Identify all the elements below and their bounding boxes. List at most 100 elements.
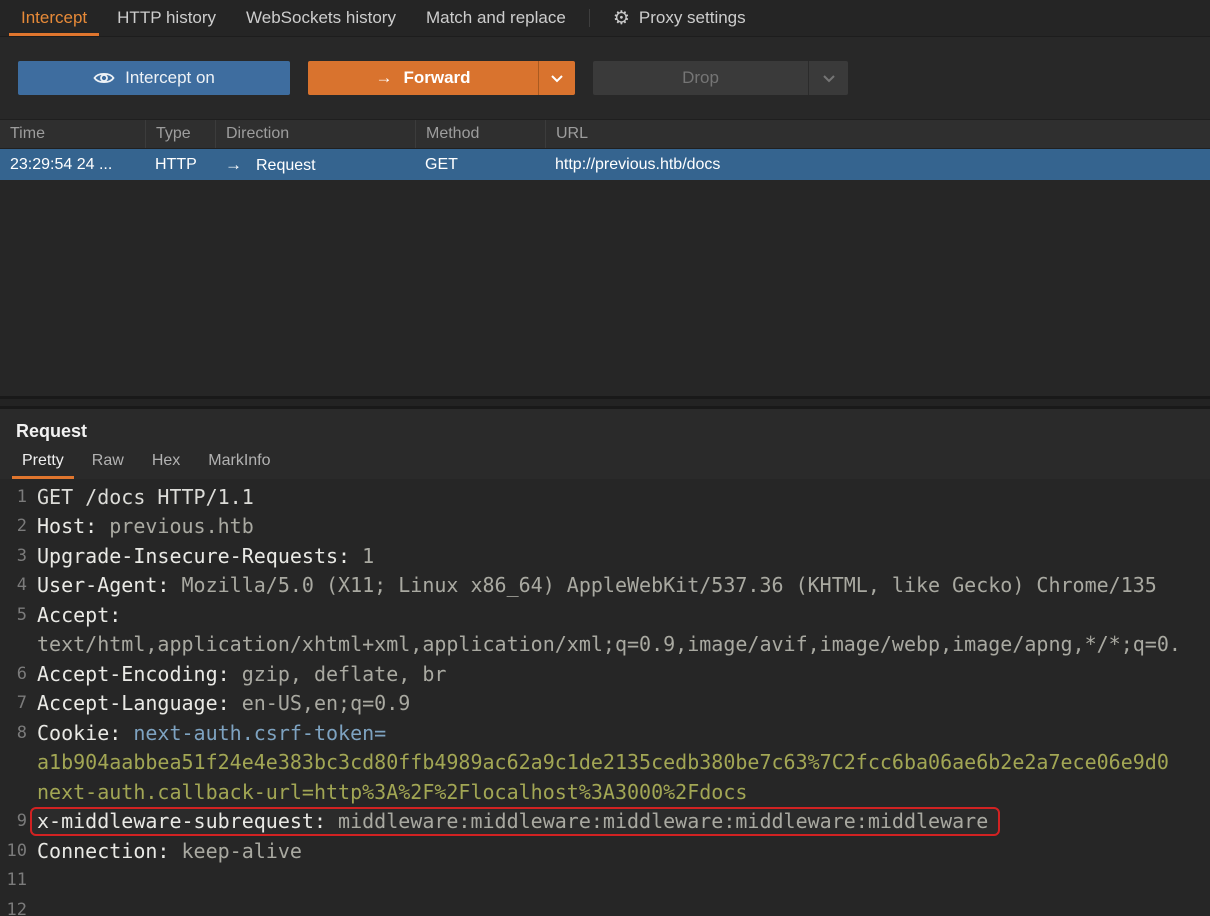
chevron-down-icon — [550, 74, 564, 83]
code-text: Host: previous.htb — [37, 514, 254, 538]
code-segment: 1 — [350, 543, 375, 568]
forward-split-button: → Forward — [308, 61, 575, 95]
cell-url: http://previous.htb/docs — [555, 155, 721, 173]
line-number: 5 — [16, 604, 27, 625]
cell-method: GET — [425, 155, 458, 173]
column-header-time[interactable]: Time — [0, 120, 145, 148]
request-line[interactable]: 9 x-middleware-subrequest: middleware:mid… — [0, 806, 1210, 837]
code-text: GET /docs HTTP/1.1 — [37, 485, 254, 509]
request-line[interactable]: text/html,application/xhtml+xml,applicat… — [0, 630, 1210, 660]
forward-arrow-icon: → — [375, 68, 393, 87]
code-segment: next-auth.csrf-token= — [121, 720, 387, 745]
request-line[interactable]: 3 Upgrade-Insecure-Requests: 1 — [0, 541, 1210, 571]
code-segment: Host: — [37, 514, 98, 539]
direction-arrow-icon: → — [225, 154, 242, 174]
line-number: 6 — [16, 663, 27, 684]
tab-divider — [588, 9, 590, 27]
code-segment: en-US,en;q=0.9 — [229, 691, 411, 716]
drop-dropdown-button[interactable] — [808, 61, 848, 95]
intercept-table-body: 23:29:54 24 ... HTTP → Request GET http://pre… — [0, 149, 1210, 180]
line-number: 7 — [16, 693, 27, 714]
code-text: Upgrade-Insecure-Requests: 1 — [37, 544, 374, 568]
code-segment: previous.htb — [97, 514, 254, 539]
drop-button[interactable]: Drop — [593, 61, 808, 95]
code-segment: User-Agent: — [37, 573, 170, 598]
code-segment: Upgrade-Insecure-Requests: — [37, 543, 351, 568]
tab-label: Match and replace — [425, 8, 566, 27]
editor-tab-pretty[interactable]: Pretty — [8, 448, 78, 479]
highlighted-header-box: x-middleware-subrequest: middleware:midd… — [30, 806, 1001, 836]
code-text: User-Agent: Mozilla/5.0 (X11; Linux x86_… — [37, 573, 1157, 597]
line-number: 8 — [16, 722, 27, 743]
forward-dropdown-button[interactable] — [538, 61, 575, 95]
request-editor[interactable]: 1 GET /docs HTTP/1.1 2 Host: previous.htb 3 U… — [0, 479, 1210, 916]
code-segment: Mozilla/5.0 (X11; Linux x86_64) AppleWeb… — [169, 573, 1157, 598]
code-segment: GET /docs HTTP/1.1 — [37, 484, 254, 509]
request-line[interactable]: 1 GET /docs HTTP/1.1 — [0, 482, 1210, 512]
tab-label: Proxy settings — [638, 8, 746, 27]
code-segment: Cookie: — [37, 720, 122, 745]
code-segment: middleware:middleware:middleware:middlew… — [325, 808, 989, 833]
tab-intercept[interactable]: Intercept — [6, 0, 102, 36]
line-number: 2 — [16, 516, 27, 537]
code-text: Accept-Encoding: gzip, deflate, br — [37, 662, 446, 686]
tab-label: WebSockets history — [246, 8, 396, 27]
code-segment: next-auth.callback-url=http%3A%2F%2Floca… — [37, 779, 748, 804]
editor-tab-markinfo[interactable]: MarkInfo — [194, 448, 284, 479]
forward-button[interactable]: → Forward — [308, 61, 538, 95]
code-text: Accept-Language: en-US,en;q=0.9 — [37, 691, 410, 715]
tab-match-and-replace[interactable]: Match and replace — [411, 0, 581, 36]
column-header-direction[interactable]: Direction — [215, 120, 415, 148]
request-line[interactable]: a1b904aabbea51f24e4e383bc3cd80ffb4989ac6… — [0, 748, 1210, 778]
column-header-method[interactable]: Method — [415, 120, 545, 148]
tab-proxy-settings[interactable]: ⚙ Proxy settings — [598, 0, 761, 36]
editor-tab-raw[interactable]: Raw — [78, 448, 138, 479]
request-line[interactable]: 6 Accept-Encoding: gzip, deflate, br — [0, 659, 1210, 689]
drop-split-button: Drop — [593, 61, 848, 95]
intercept-toggle-button[interactable]: Intercept on — [18, 61, 290, 95]
direction-label: Request — [256, 156, 316, 174]
forward-label: Forward — [403, 68, 471, 87]
line-number: 11 — [6, 870, 27, 891]
code-segment: x-middleware-subrequest: — [37, 808, 326, 833]
request-line[interactable]: 11 — [0, 866, 1210, 896]
intercept-toggle-label: Intercept on — [125, 68, 215, 87]
request-line[interactable]: 10 Connection: keep-alive — [0, 836, 1210, 866]
request-editor-tabs: Pretty Raw Hex MarkInfo — [0, 448, 1210, 479]
code-segment: keep-alive — [169, 838, 302, 863]
drop-label: Drop — [682, 68, 719, 87]
tab-http-history[interactable]: HTTP history — [102, 0, 231, 36]
code-segment: gzip, deflate, br — [229, 661, 447, 686]
line-number: 4 — [16, 575, 27, 596]
cell-type: HTTP — [155, 155, 197, 173]
line-number: 12 — [6, 899, 27, 916]
code-text: a1b904aabbea51f24e4e383bc3cd80ffb4989ac6… — [37, 750, 1169, 774]
request-line[interactable]: 2 Host: previous.htb — [0, 512, 1210, 542]
code-text: Accept: — [37, 603, 121, 627]
cell-time: 23:29:54 24 ... — [10, 155, 113, 173]
gear-icon: ⚙ — [612, 7, 630, 29]
proxy-tab-bar: Intercept HTTP history WebSockets history M… — [0, 0, 1210, 37]
column-header-url[interactable]: URL — [545, 120, 1210, 148]
code-segment: Accept: — [37, 602, 122, 627]
code-segment: Accept-Encoding: — [37, 661, 230, 686]
panel-splitter[interactable] — [0, 396, 1210, 409]
column-header-type[interactable]: Type — [145, 120, 215, 148]
request-line[interactable]: 4 User-Agent: Mozilla/5.0 (X11; Linux x86… — [0, 571, 1210, 601]
table-row[interactable]: 23:29:54 24 ... HTTP → Request GET http://pre… — [0, 149, 1210, 180]
line-number: 3 — [16, 545, 27, 566]
editor-tab-hex[interactable]: Hex — [138, 448, 194, 479]
request-panel: Request Pretty Raw Hex MarkInfo 1 GET /docs … — [0, 409, 1210, 916]
eye-icon — [93, 71, 115, 85]
code-segment: Accept-Language: — [37, 691, 230, 716]
request-panel-title: Request — [16, 421, 88, 441]
request-line[interactable]: 12 — [0, 895, 1210, 916]
code-text: text/html,application/xhtml+xml,applicat… — [37, 632, 1181, 656]
request-line[interactable]: next-auth.callback-url=http%3A%2F%2Floca… — [0, 777, 1210, 807]
request-line[interactable]: 8 Cookie: next-auth.csrf-token= — [0, 718, 1210, 748]
code-text: Cookie: next-auth.csrf-token= — [37, 721, 386, 745]
request-line[interactable]: 7 Accept-Language: en-US,en;q=0.9 — [0, 689, 1210, 719]
code-text: next-auth.callback-url=http%3A%2F%2Floca… — [37, 780, 747, 804]
tab-websockets-history[interactable]: WebSockets history — [231, 0, 411, 36]
request-line[interactable]: 5 Accept: — [0, 600, 1210, 630]
